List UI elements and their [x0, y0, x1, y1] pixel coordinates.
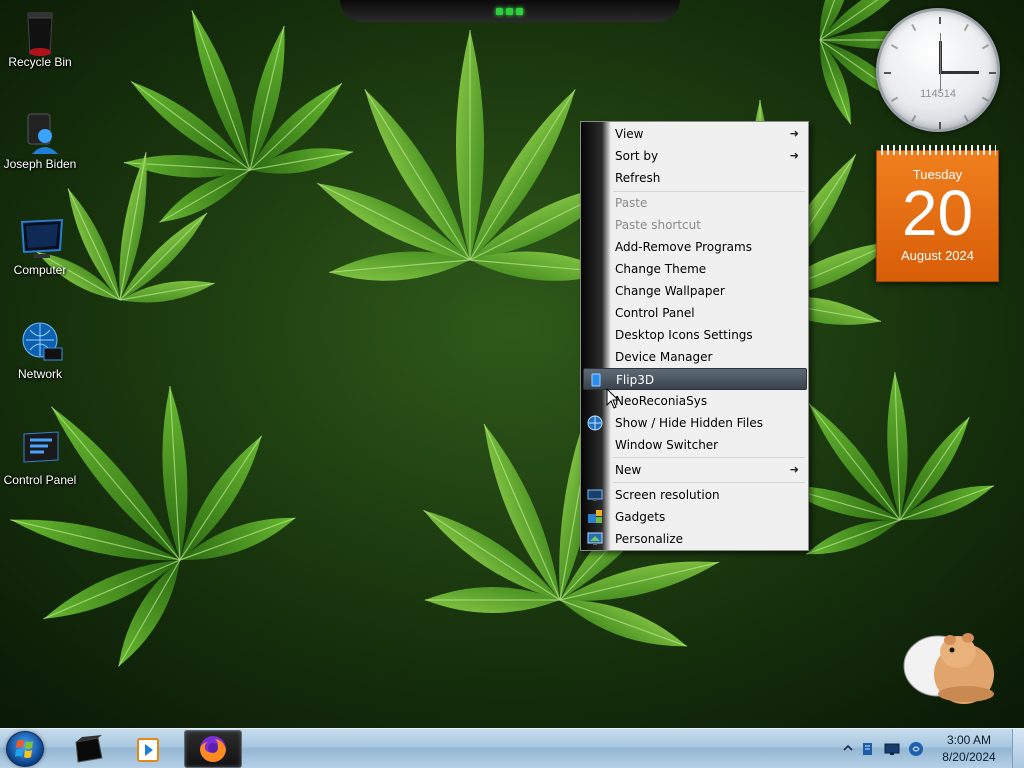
menu-item-label: Screen resolution — [615, 488, 720, 502]
taskbar[interactable]: 3:00 AM 8/20/2024 — [0, 728, 1024, 768]
submenu-arrow-icon: ➜ — [789, 463, 799, 476]
desktop-icon-label: Network — [17, 367, 62, 381]
calendar-month-year: August 2024 — [900, 248, 974, 263]
clock-digits: 114514 — [920, 88, 956, 100]
personalize-icon — [587, 531, 603, 547]
show-hidden-icons-button[interactable] — [842, 742, 858, 758]
menu-item-label: Paste shortcut — [615, 218, 701, 232]
recycle-bin-icon — [18, 8, 62, 56]
network-status-icon[interactable] — [884, 741, 900, 757]
flip3d-icon — [588, 372, 604, 388]
computer-icon — [18, 216, 64, 260]
mouse-pointer-icon — [606, 388, 620, 409]
menu-item-window-switcher[interactable]: Window Switcher — [583, 434, 807, 456]
menu-item-label: Refresh — [615, 171, 661, 185]
menu-item-show-hide-hidden-files[interactable]: Show / Hide Hidden Files — [583, 412, 807, 434]
menu-separator — [613, 482, 805, 483]
desktop-icon-network[interactable]: Network — [0, 320, 80, 381]
menu-item-label: View — [615, 127, 644, 141]
menu-item-label: Change Wallpaper — [615, 284, 725, 298]
desktop-wallpaper[interactable] — [0, 0, 1024, 728]
led-indicator — [496, 8, 503, 15]
top-gadget-bar — [340, 0, 680, 22]
tray-clock-date[interactable]: 8/20/2024 — [934, 750, 1004, 764]
action-center-icon[interactable] — [860, 741, 876, 757]
menu-item-paste-shortcut[interactable]: Paste shortcut — [583, 214, 807, 236]
desktop-icon-user-folder[interactable]: Joseph Biden — [0, 110, 80, 171]
user-folder-icon — [18, 110, 62, 154]
menu-item-label: Paste — [615, 196, 648, 210]
hamster-gadget[interactable] — [898, 622, 1008, 708]
menu-item-label: New — [615, 463, 642, 477]
calendar-rings — [881, 145, 996, 155]
menu-item-label: Change Theme — [615, 262, 707, 276]
menu-item-label: Flip3D — [616, 373, 655, 387]
display-settings-icon — [587, 487, 603, 503]
clock-second-hand — [940, 33, 941, 91]
submenu-arrow-icon: ➜ — [789, 127, 799, 140]
media-player-icon — [137, 738, 159, 762]
menu-item-label: Add-Remove Programs — [615, 240, 752, 254]
desktop-icon-label: Computer — [13, 263, 67, 277]
system-tray: 3:00 AM 8/20/2024 — [834, 729, 1024, 768]
menu-item-personalize[interactable]: Personalize — [583, 528, 807, 550]
menu-item-flip3d[interactable]: Flip3D — [583, 368, 807, 390]
show-desktop-button[interactable] — [1012, 729, 1024, 768]
menu-item-label: Control Panel — [615, 306, 695, 320]
clock-gadget[interactable]: 114514 — [876, 8, 1000, 132]
submenu-arrow-icon: ➜ — [789, 149, 799, 162]
network-icon — [18, 320, 63, 364]
desktop-icon-computer[interactable]: Computer — [0, 216, 80, 277]
menu-item-refresh[interactable]: Refresh — [583, 167, 807, 189]
menu-item-label: Gadgets — [615, 510, 666, 524]
menu-item-label: Device Manager — [615, 350, 713, 364]
explorer-icon — [75, 735, 103, 763]
led-indicator — [506, 8, 513, 15]
menu-item-label: Desktop Icons Settings — [615, 328, 753, 342]
control-panel-icon — [18, 426, 62, 470]
calendar-gadget[interactable]: Tuesday 20 August 2024 — [876, 145, 999, 282]
wallpaper-image — [0, 0, 1024, 728]
start-button[interactable] — [6, 731, 44, 767]
led-indicator — [516, 8, 523, 15]
desktop-icon-recycle-bin[interactable]: Recycle Bin — [0, 8, 80, 69]
menu-item-screen-resolution[interactable]: Screen resolution — [583, 484, 807, 506]
desktop-icon-label: Control Panel — [3, 473, 77, 487]
menu-item-label: Sort by — [615, 149, 659, 163]
tray-clock-time[interactable]: 3:00 AM — [934, 733, 1004, 747]
menu-item-change-wallpaper[interactable]: Change Wallpaper — [583, 280, 807, 302]
desktop-icon-control-panel[interactable]: Control Panel — [0, 426, 80, 487]
desktop-context-menu[interactable]: View ➜ Sort by ➜ Refresh Paste Paste sho… — [580, 121, 809, 551]
taskbar-media-player-button[interactable] — [120, 730, 178, 768]
firefox-icon — [200, 736, 226, 762]
gadgets-icon — [587, 509, 603, 525]
desktop-icon-label: Joseph Biden — [3, 157, 77, 171]
menu-item-label: Window Switcher — [615, 438, 719, 452]
menu-item-gadgets[interactable]: Gadgets — [583, 506, 807, 528]
taskbar-explorer-button[interactable] — [60, 730, 118, 768]
menu-separator — [613, 457, 805, 458]
menu-item-control-panel[interactable]: Control Panel — [583, 302, 807, 324]
menu-item-sort-by[interactable]: Sort by ➜ — [583, 145, 807, 167]
hamster-icon — [903, 633, 994, 704]
volume-icon[interactable] — [908, 741, 924, 757]
menu-item-view[interactable]: View ➜ — [583, 123, 807, 145]
menu-item-change-theme[interactable]: Change Theme — [583, 258, 807, 280]
menu-item-new[interactable]: New ➜ — [583, 459, 807, 481]
menu-item-label: Show / Hide Hidden Files — [615, 416, 763, 430]
menu-item-label: Personalize — [615, 532, 684, 546]
menu-item-add-remove-programs[interactable]: Add-Remove Programs — [583, 236, 807, 258]
menu-item-label: NeoReconiaSys — [615, 394, 708, 408]
start-orb-icon — [15, 740, 33, 758]
menu-item-desktop-icons-settings[interactable]: Desktop Icons Settings — [583, 324, 807, 346]
taskbar-firefox-button[interactable] — [184, 730, 242, 768]
globe-icon — [587, 415, 603, 431]
menu-item-paste[interactable]: Paste — [583, 192, 807, 214]
menu-item-device-manager[interactable]: Device Manager — [583, 346, 807, 368]
calendar-day: 20 — [901, 177, 974, 249]
clock-minute-hand — [939, 71, 979, 74]
